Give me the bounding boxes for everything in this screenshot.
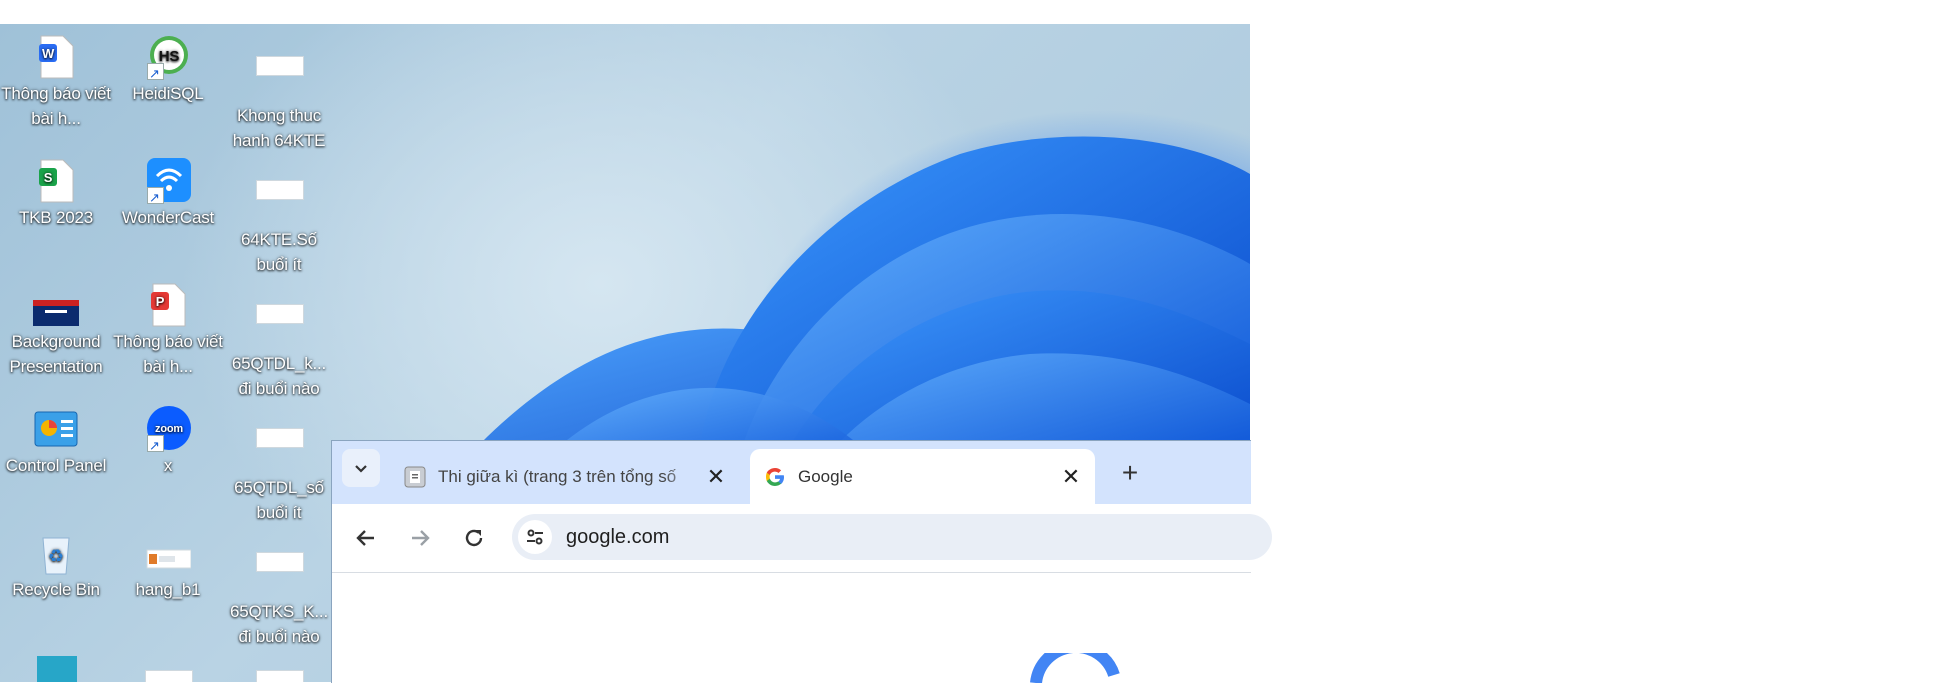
desktop-icon-label: 64KTE.Số buổi ít [241,230,317,274]
desktop-icon-wondercast[interactable]: WonderCast [113,158,223,230]
file-thumbnail-icon [256,670,304,682]
tab-search-button[interactable] [342,449,380,487]
desktop-icon-control-panel[interactable]: Control Panel [1,406,111,478]
file-thumbnail-icon [256,428,304,474]
browser-toolbar: google.com [332,504,1272,573]
desktop-icon-thong-bao-doc[interactable]: W Thông báo viết bài h... [1,34,111,131]
desktop-icon-label: 65QTDL_số buổi ít [234,478,324,522]
shortcut-arrow-icon [147,433,164,458]
desktop-icon-tkb-2023[interactable]: S TKB 2023 [1,158,111,230]
desktop-icon-zoom[interactable]: zoom x [113,406,223,478]
shortcut-arrow-icon [147,185,164,210]
desktop-icon-background-presentation[interactable]: Background Presentation [1,282,111,379]
plus-icon: + [1121,457,1139,488]
file-thumbnail-icon [145,530,192,576]
desktop-icon-label: Background Presentation [9,332,103,376]
wps-spreadsheet-icon: S [33,158,79,204]
desktop-icon-label: hang_b1 [135,580,201,599]
desktop-icon-label: HeidiSQL [132,84,204,103]
svg-text:S: S [44,170,53,185]
desktop-icon-label: Khong thuc hanh 64KTE [232,106,326,150]
desktop-icon-64kte[interactable]: 64KTE.Số buổi ít [224,158,334,277]
desktop-icon-hang-b1[interactable]: hang_b1 [113,530,223,602]
file-thumbnail-icon [256,56,304,102]
arrow-right-icon [412,530,430,546]
file-thumbnail-icon [145,670,193,682]
image-thumbnail-icon [33,654,79,682]
tab-thi-giua-ki[interactable]: Thi giữa kì (trang 3 trên tổng số ✕ [390,449,740,504]
control-panel-icon [33,406,79,452]
desktop-icon-65qtdl-k[interactable]: 65QTDL_k... đi buổi nào [224,282,334,401]
desktop-icon-label: 65QTDL_k... đi buổi nào [231,354,327,398]
heidisql-icon: HS [145,34,191,86]
google-logo-partial [1030,653,1120,683]
close-icon[interactable]: ✕ [702,463,730,491]
desktop-icon-label: Control Panel [5,456,107,475]
desktop-icon-recycle-bin[interactable]: ♻ Recycle Bin [1,530,111,602]
desktop-icon-khong-thuc-hanh[interactable]: Khong thuc hanh 64KTE [224,34,334,153]
presentation-thumbnail-icon [33,282,79,328]
desktop-icon-65qtks[interactable]: 65QTKS_K... đi buổi nào [224,530,334,649]
tune-icon [527,529,543,545]
file-thumbnail-icon [256,304,304,350]
close-icon[interactable]: ✕ [1057,463,1085,491]
zoom-icon: zoom [145,406,191,458]
tab-strip: Thi giữa kì (trang 3 trên tổng số ✕ Goog… [332,441,1251,504]
svg-text:P: P [156,294,165,309]
reload-icon [465,529,483,547]
site-info-button[interactable] [518,520,552,554]
desktop-icon-label: Recycle Bin [12,580,100,599]
forward-button[interactable] [404,522,436,554]
url-text[interactable]: google.com [566,526,669,549]
new-tab-button[interactable]: + [1112,455,1148,491]
wps-pdf-icon: P [145,282,191,328]
desktop-icon-thong-bao-pdf[interactable]: P Thông báo viết bài h... [113,282,223,379]
tab-google[interactable]: Google ✕ [750,449,1095,504]
wps-writer-doc-icon: W [33,34,79,80]
document-favicon-icon [404,466,426,487]
desktop-icon-label: Thông báo viết bài h... [113,332,223,376]
page-content [332,573,1251,683]
browser-window: Thi giữa kì (trang 3 trên tổng số ✕ Goog… [331,440,1272,683]
desktop-icon-partial[interactable] [113,654,223,682]
back-button[interactable] [350,522,382,554]
tab-title: Google [798,466,853,486]
shortcut-arrow-icon [147,61,164,86]
file-thumbnail-icon [256,180,304,226]
desktop-icon-label: x [163,456,173,475]
tab-title: Thi giữa kì (trang 3 trên tổng số [438,466,677,486]
desktop-icon-label: TKB 2023 [18,208,93,227]
file-thumbnail-icon [256,552,304,598]
chevron-down-icon [355,465,367,473]
desktop-icon-label: WonderCast [121,208,215,227]
recycle-bin-icon: ♻ [33,530,79,576]
svg-text:♻: ♻ [48,546,64,567]
address-bar[interactable]: google.com [512,514,1272,560]
svg-text:W: W [42,46,55,61]
google-favicon-icon [766,467,784,486]
desktop-icon-65qtdl-so[interactable]: 65QTDL_số buổi ít [224,406,334,525]
desktop-icon-label: 65QTKS_K... đi buổi nào [230,602,328,646]
desktop-icon-label: Thông báo viết bài h... [1,84,111,128]
reload-button[interactable] [458,522,490,554]
desktop-icon-partial[interactable] [1,654,111,682]
arrow-left-icon [356,530,374,546]
desktop-icon-partial[interactable] [224,654,334,682]
desktop-icon-heidisql[interactable]: HS HeidiSQL [113,34,223,106]
wondercast-icon [145,158,191,210]
